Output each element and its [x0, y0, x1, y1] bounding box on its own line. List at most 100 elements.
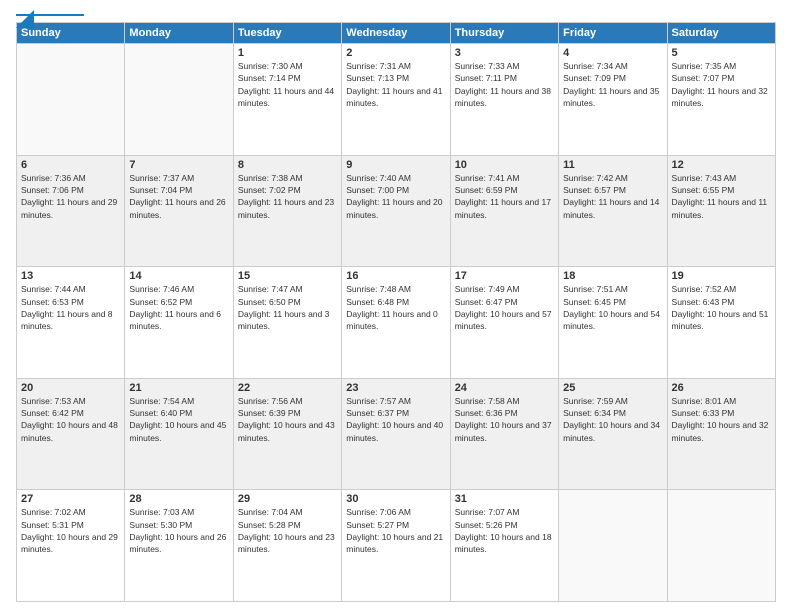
sunrise: Sunrise: 7:53 AM [21, 396, 86, 406]
daylight: Daylight: 11 hours and 0 minutes. [346, 309, 438, 331]
sunset: Sunset: 6:47 PM [455, 297, 518, 307]
daylight: Daylight: 11 hours and 23 minutes. [238, 197, 334, 219]
col-tuesday: Tuesday [233, 23, 341, 44]
sunset: Sunset: 7:11 PM [455, 73, 517, 83]
day-number: 31 [455, 493, 554, 505]
day-info: Sunrise: 7:57 AM Sunset: 6:37 PM Dayligh… [346, 395, 445, 444]
day-info: Sunrise: 7:06 AM Sunset: 5:27 PM Dayligh… [346, 506, 445, 555]
sunset: Sunset: 6:57 PM [563, 185, 626, 195]
daylight: Daylight: 10 hours and 51 minutes. [672, 309, 769, 331]
day-number: 24 [455, 382, 554, 394]
sunrise: Sunrise: 7:43 AM [672, 173, 737, 183]
table-row: 23 Sunrise: 7:57 AM Sunset: 6:37 PM Dayl… [342, 378, 450, 490]
daylight: Daylight: 10 hours and 45 minutes. [129, 420, 226, 442]
table-row: 28 Sunrise: 7:03 AM Sunset: 5:30 PM Dayl… [125, 490, 233, 602]
day-number: 20 [21, 382, 120, 394]
day-number: 26 [672, 382, 771, 394]
sunset: Sunset: 7:13 PM [346, 73, 409, 83]
table-row: 17 Sunrise: 7:49 AM Sunset: 6:47 PM Dayl… [450, 267, 558, 379]
col-monday: Monday [125, 23, 233, 44]
table-row: 16 Sunrise: 7:48 AM Sunset: 6:48 PM Dayl… [342, 267, 450, 379]
day-info: Sunrise: 7:04 AM Sunset: 5:28 PM Dayligh… [238, 506, 337, 555]
day-info: Sunrise: 7:36 AM Sunset: 7:06 PM Dayligh… [21, 172, 120, 221]
calendar-table: Sunday Monday Tuesday Wednesday Thursday… [16, 22, 776, 602]
calendar-week-row: 27 Sunrise: 7:02 AM Sunset: 5:31 PM Dayl… [17, 490, 776, 602]
calendar-header-row: Sunday Monday Tuesday Wednesday Thursday… [17, 23, 776, 44]
table-row: 19 Sunrise: 7:52 AM Sunset: 6:43 PM Dayl… [667, 267, 775, 379]
daylight: Daylight: 10 hours and 43 minutes. [238, 420, 335, 442]
col-friday: Friday [559, 23, 667, 44]
sunrise: Sunrise: 7:34 AM [563, 61, 628, 71]
sunrise: Sunrise: 7:03 AM [129, 507, 194, 517]
sunset: Sunset: 5:31 PM [21, 520, 84, 530]
day-number: 3 [455, 47, 554, 59]
daylight: Daylight: 11 hours and 41 minutes. [346, 86, 442, 108]
sunset: Sunset: 7:09 PM [563, 73, 626, 83]
sunset: Sunset: 7:04 PM [129, 185, 192, 195]
day-info: Sunrise: 7:31 AM Sunset: 7:13 PM Dayligh… [346, 60, 445, 109]
sunrise: Sunrise: 7:33 AM [455, 61, 520, 71]
sunrise: Sunrise: 7:56 AM [238, 396, 303, 406]
sunset: Sunset: 6:39 PM [238, 408, 301, 418]
daylight: Daylight: 10 hours and 48 minutes. [21, 420, 118, 442]
day-number: 1 [238, 47, 337, 59]
day-number: 23 [346, 382, 445, 394]
sunrise: Sunrise: 7:07 AM [455, 507, 520, 517]
col-saturday: Saturday [667, 23, 775, 44]
table-row: 1 Sunrise: 7:30 AM Sunset: 7:14 PM Dayli… [233, 44, 341, 156]
day-number: 13 [21, 270, 120, 282]
table-row: 8 Sunrise: 7:38 AM Sunset: 7:02 PM Dayli… [233, 155, 341, 267]
daylight: Daylight: 10 hours and 34 minutes. [563, 420, 660, 442]
sunset: Sunset: 7:14 PM [238, 73, 301, 83]
sunset: Sunset: 6:37 PM [346, 408, 409, 418]
daylight: Daylight: 10 hours and 37 minutes. [455, 420, 552, 442]
sunset: Sunset: 5:30 PM [129, 520, 192, 530]
sunset: Sunset: 6:43 PM [672, 297, 735, 307]
table-row: 13 Sunrise: 7:44 AM Sunset: 6:53 PM Dayl… [17, 267, 125, 379]
table-row: 30 Sunrise: 7:06 AM Sunset: 5:27 PM Dayl… [342, 490, 450, 602]
sunset: Sunset: 7:07 PM [672, 73, 735, 83]
sunrise: Sunrise: 7:36 AM [21, 173, 86, 183]
calendar-page: Sunday Monday Tuesday Wednesday Thursday… [0, 0, 792, 612]
day-number: 21 [129, 382, 228, 394]
sunrise: Sunrise: 7:06 AM [346, 507, 411, 517]
daylight: Daylight: 11 hours and 17 minutes. [455, 197, 551, 219]
table-row: 7 Sunrise: 7:37 AM Sunset: 7:04 PM Dayli… [125, 155, 233, 267]
sunset: Sunset: 6:52 PM [129, 297, 192, 307]
table-row: 3 Sunrise: 7:33 AM Sunset: 7:11 PM Dayli… [450, 44, 558, 156]
daylight: Daylight: 11 hours and 3 minutes. [238, 309, 330, 331]
daylight: Daylight: 10 hours and 18 minutes. [455, 532, 552, 554]
day-number: 19 [672, 270, 771, 282]
day-info: Sunrise: 7:51 AM Sunset: 6:45 PM Dayligh… [563, 283, 662, 332]
table-row [125, 44, 233, 156]
day-number: 8 [238, 159, 337, 171]
calendar-week-row: 6 Sunrise: 7:36 AM Sunset: 7:06 PM Dayli… [17, 155, 776, 267]
day-info: Sunrise: 7:56 AM Sunset: 6:39 PM Dayligh… [238, 395, 337, 444]
day-info: Sunrise: 7:33 AM Sunset: 7:11 PM Dayligh… [455, 60, 554, 109]
sunset: Sunset: 6:36 PM [455, 408, 518, 418]
sunset: Sunset: 5:26 PM [455, 520, 518, 530]
table-row: 29 Sunrise: 7:04 AM Sunset: 5:28 PM Dayl… [233, 490, 341, 602]
daylight: Daylight: 11 hours and 8 minutes. [21, 309, 113, 331]
daylight: Daylight: 11 hours and 14 minutes. [563, 197, 659, 219]
logo [16, 12, 84, 16]
sunset: Sunset: 6:40 PM [129, 408, 192, 418]
sunrise: Sunrise: 7:51 AM [563, 284, 628, 294]
day-number: 18 [563, 270, 662, 282]
day-number: 4 [563, 47, 662, 59]
table-row: 6 Sunrise: 7:36 AM Sunset: 7:06 PM Dayli… [17, 155, 125, 267]
table-row: 15 Sunrise: 7:47 AM Sunset: 6:50 PM Dayl… [233, 267, 341, 379]
sunrise: Sunrise: 7:44 AM [21, 284, 86, 294]
day-info: Sunrise: 7:48 AM Sunset: 6:48 PM Dayligh… [346, 283, 445, 332]
sunrise: Sunrise: 7:35 AM [672, 61, 737, 71]
sunrise: Sunrise: 7:02 AM [21, 507, 86, 517]
daylight: Daylight: 11 hours and 26 minutes. [129, 197, 225, 219]
sunrise: Sunrise: 7:54 AM [129, 396, 194, 406]
table-row: 11 Sunrise: 7:42 AM Sunset: 6:57 PM Dayl… [559, 155, 667, 267]
sunset: Sunset: 5:28 PM [238, 520, 301, 530]
sunset: Sunset: 6:59 PM [455, 185, 518, 195]
table-row: 10 Sunrise: 7:41 AM Sunset: 6:59 PM Dayl… [450, 155, 558, 267]
day-info: Sunrise: 7:41 AM Sunset: 6:59 PM Dayligh… [455, 172, 554, 221]
sunset: Sunset: 6:55 PM [672, 185, 735, 195]
daylight: Daylight: 10 hours and 40 minutes. [346, 420, 443, 442]
